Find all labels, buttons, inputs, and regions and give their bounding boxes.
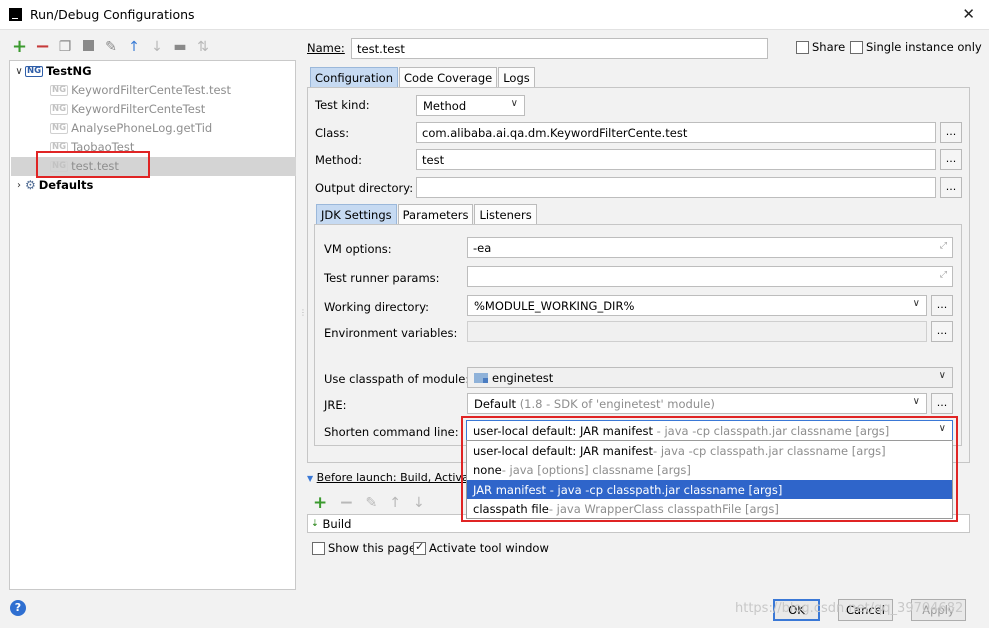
- move-down-icon[interactable]: ↓: [413, 495, 425, 511]
- environment-variables-browse-button[interactable]: ...: [931, 321, 953, 342]
- watermark-text: https://blog.csdn.net/qq_39704682: [735, 601, 964, 616]
- tab-code-coverage[interactable]: Code Coverage: [399, 67, 498, 87]
- collapse-triangle-icon[interactable]: ▼: [307, 474, 313, 483]
- window-title: Run/Debug Configurations: [30, 7, 195, 22]
- jre-browse-button[interactable]: ...: [931, 393, 953, 414]
- checkbox-box[interactable]: [796, 40, 809, 54]
- class-browse-button[interactable]: ...: [940, 122, 962, 143]
- tab-listeners[interactable]: Listeners: [474, 204, 537, 224]
- sort-icon[interactable]: ⇅: [196, 40, 210, 54]
- edit-icon[interactable]: ✎: [366, 495, 378, 511]
- classpath-module-label: Use classpath of module:: [324, 372, 470, 386]
- folder-icon[interactable]: ▬: [173, 40, 187, 54]
- test-kind-select[interactable]: Method ∨: [416, 95, 525, 116]
- share-checkbox[interactable]: Share: [796, 40, 845, 54]
- class-label: Class:: [315, 126, 350, 140]
- working-directory-select[interactable]: %MODULE_WORKING_DIR% ∨: [467, 295, 927, 316]
- chevron-down-icon: ∨: [912, 298, 920, 309]
- testng-icon: NG: [50, 103, 69, 115]
- expand-icon[interactable]: ⤢: [940, 270, 947, 280]
- checkbox-box[interactable]: [312, 541, 325, 555]
- working-directory-browse-button[interactable]: ...: [931, 295, 953, 316]
- remove-icon[interactable]: −: [339, 493, 353, 513]
- working-directory-label: Working directory:: [324, 300, 430, 314]
- classpath-module-select[interactable]: enginetest ∨: [467, 367, 953, 388]
- testng-icon: NG: [25, 65, 44, 77]
- tree-item[interactable]: NG AnalysePhoneLog.getTid: [50, 119, 212, 137]
- method-label: Method:: [315, 153, 363, 167]
- output-directory-label: Output directory:: [315, 181, 414, 195]
- move-up-icon[interactable]: ↑: [127, 40, 141, 54]
- tree-item[interactable]: NG KeywordFilterCenteTest.test: [50, 81, 231, 99]
- remove-icon[interactable]: −: [35, 38, 50, 56]
- tree-item[interactable]: NG KeywordFilterCenteTest: [50, 100, 205, 118]
- window-titlebar: Run/Debug Configurations ✕: [0, 0, 989, 30]
- annotation-red-box: [461, 416, 958, 522]
- before-launch-toolbar: + − ✎ ↑ ↓: [313, 493, 425, 513]
- jre-label: JRE:: [324, 398, 347, 412]
- test-runner-params-input[interactable]: ⤢: [467, 266, 953, 287]
- chevron-down-icon: ∨: [938, 370, 946, 381]
- tab-jdk-settings[interactable]: JDK Settings: [316, 204, 397, 224]
- wrench-icon[interactable]: ✎: [104, 40, 118, 54]
- configuration-tree[interactable]: ∨ NG TestNG NG KeywordFilterCenteTest.te…: [9, 60, 296, 590]
- tab-parameters[interactable]: Parameters: [397, 204, 474, 224]
- expand-icon[interactable]: ⤢: [940, 241, 947, 251]
- testng-icon: NG: [50, 84, 69, 96]
- name-input[interactable]: test.test: [351, 38, 768, 59]
- chevron-down-icon: ∨: [510, 98, 518, 109]
- method-input[interactable]: test: [416, 149, 936, 170]
- name-label: Name:: [307, 41, 345, 55]
- checkbox-box[interactable]: [850, 40, 863, 54]
- config-toolbar: + − ❐ ✎ ↑ ↓ ▬ ⇅: [12, 38, 210, 56]
- tree-node-defaults[interactable]: › ⚙ Defaults: [13, 176, 93, 194]
- add-icon[interactable]: +: [313, 493, 327, 513]
- vm-options-label: VM options:: [324, 242, 392, 256]
- move-up-icon[interactable]: ↑: [389, 495, 401, 511]
- checkbox-box[interactable]: [413, 540, 426, 555]
- single-instance-checkbox[interactable]: Single instance only: [850, 40, 982, 54]
- test-kind-label: Test kind:: [315, 98, 370, 112]
- build-icon: ⇣: [311, 518, 319, 529]
- output-directory-input[interactable]: [416, 177, 936, 198]
- jre-select[interactable]: Default (1.8 - SDK of 'enginetest' modul…: [467, 393, 927, 414]
- move-down-icon[interactable]: ↓: [150, 40, 164, 54]
- tab-logs[interactable]: Logs: [498, 67, 535, 87]
- copy-icon[interactable]: ❐: [58, 40, 72, 54]
- chevron-down-icon: ∨: [912, 396, 920, 407]
- main-tabs: Configuration Code Coverage Logs: [310, 67, 536, 87]
- annotation-red-box: [36, 151, 150, 178]
- vm-options-input[interactable]: -ea ⤢: [467, 237, 953, 258]
- save-icon[interactable]: [81, 40, 95, 54]
- splitter-handle[interactable]: ⋮: [299, 308, 307, 317]
- intellij-app-icon: [9, 8, 22, 21]
- tree-node-testng[interactable]: ∨ NG TestNG: [13, 62, 91, 80]
- class-input[interactable]: com.alibaba.ai.qa.dm.KeywordFilterCente.…: [416, 122, 936, 143]
- jdk-tabs: JDK Settings Parameters Listeners: [316, 204, 538, 224]
- environment-variables-input[interactable]: [467, 321, 927, 342]
- add-icon[interactable]: +: [12, 38, 27, 56]
- testng-icon: NG: [50, 122, 69, 134]
- environment-variables-label: Environment variables:: [324, 326, 458, 340]
- module-icon: [474, 372, 488, 383]
- close-icon[interactable]: ✕: [962, 5, 975, 23]
- output-directory-browse-button[interactable]: ...: [940, 177, 962, 198]
- tab-configuration[interactable]: Configuration: [310, 67, 398, 87]
- chevron-right-icon[interactable]: ›: [13, 180, 25, 191]
- test-runner-params-label: Test runner params:: [324, 271, 440, 285]
- shorten-command-line-label: Shorten command line:: [324, 425, 459, 439]
- help-icon[interactable]: ?: [10, 600, 26, 616]
- show-this-page-checkbox[interactable]: Show this page: [312, 541, 416, 555]
- activate-tool-window-checkbox[interactable]: Activate tool window: [413, 540, 549, 555]
- wrench-gear-icon: ⚙: [25, 178, 36, 192]
- method-browse-button[interactable]: ...: [940, 149, 962, 170]
- chevron-down-icon[interactable]: ∨: [13, 66, 25, 77]
